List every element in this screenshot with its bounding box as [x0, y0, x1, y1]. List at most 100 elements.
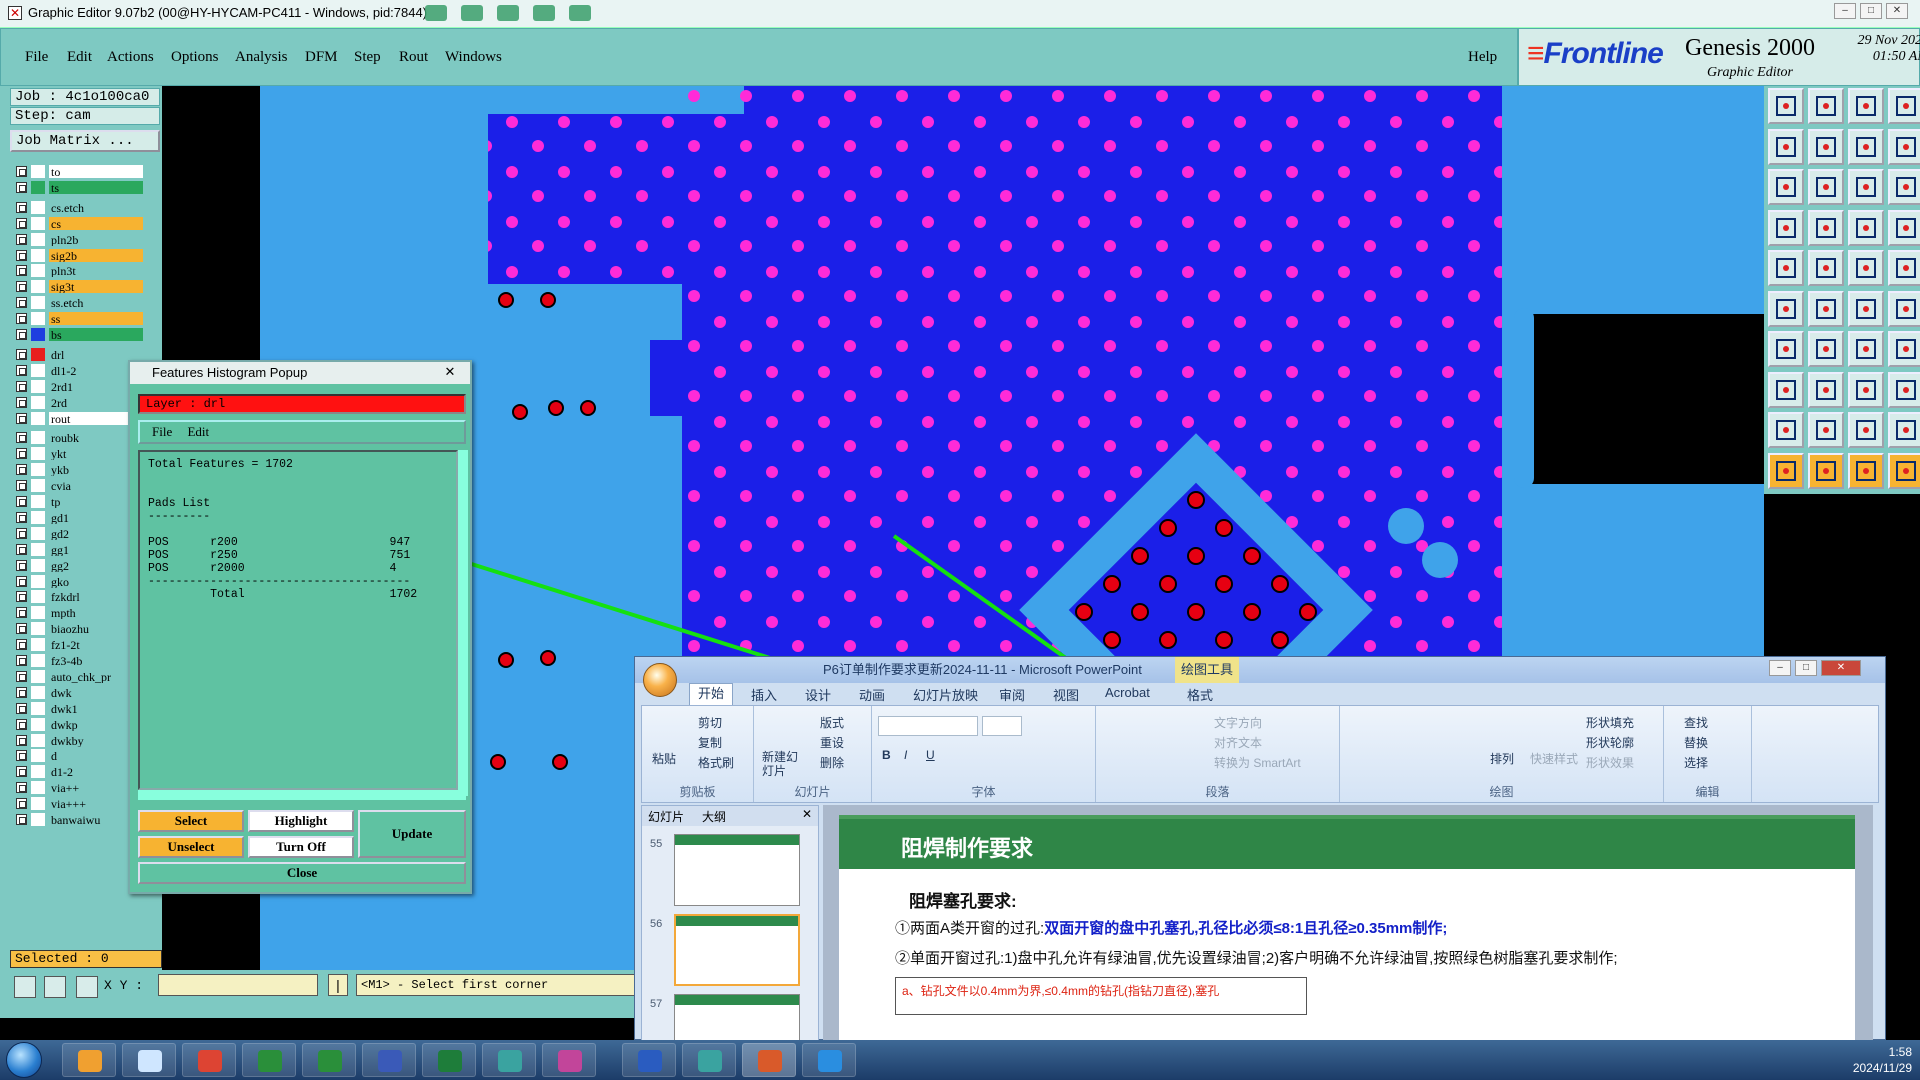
layout-button[interactable]: 版式	[820, 714, 844, 731]
layer-color-swatch[interactable]	[31, 701, 45, 715]
menu-analysis[interactable]: Analysis	[235, 49, 288, 66]
pad-icon[interactable]	[1768, 250, 1804, 286]
layer-row[interactable]: pln2b	[14, 231, 162, 247]
layer-color-swatch[interactable]	[31, 264, 45, 278]
panel-close-icon[interactable]: ✕	[802, 807, 812, 821]
select-menu-button[interactable]: 选择	[1684, 754, 1708, 771]
shape-fill-button[interactable]: 形状填充	[1586, 714, 1634, 731]
clip-icon[interactable]	[1808, 128, 1844, 165]
layer-checkbox[interactable]	[16, 480, 27, 492]
layer-checkbox[interactable]	[16, 623, 27, 635]
grid-icon[interactable]	[76, 976, 98, 998]
menu-actions[interactable]: Actions	[107, 49, 154, 66]
quick-styles-button[interactable]: 快速样式	[1530, 750, 1578, 767]
reset-button[interactable]: 重设	[820, 734, 844, 751]
layer-name[interactable]: pln3t	[48, 263, 144, 279]
popup-horizontal-scrollbar[interactable]	[138, 790, 466, 800]
layer-checkbox[interactable]	[16, 670, 27, 682]
arc-icon[interactable]	[1848, 250, 1884, 286]
taskbar-app-excel[interactable]	[422, 1043, 476, 1077]
menu-rout[interactable]: Rout	[399, 49, 428, 66]
layer-name[interactable]: cs.etch	[48, 199, 144, 215]
layer-name[interactable]: ss	[48, 311, 144, 327]
layer-checkbox[interactable]	[16, 639, 27, 651]
line-icon[interactable]	[1808, 250, 1844, 286]
layer-color-swatch[interactable]	[31, 765, 45, 779]
current-slide[interactable]: 阻焊制作要求 阻焊塞孔要求: ①两面A类开窗的过孔:双面开窗的盘中孔塞孔,孔径比…	[839, 815, 1855, 1041]
layer-color-swatch[interactable]	[31, 495, 45, 508]
layer-row[interactable]: sig2b	[14, 247, 162, 263]
layer-name[interactable]: ts	[48, 179, 144, 195]
layer-name[interactable]: cs	[48, 215, 144, 231]
tab-animation[interactable]: 动画	[859, 685, 885, 704]
circle-icon[interactable]	[1888, 250, 1920, 286]
format-painter-button[interactable]: 格式刷	[698, 754, 734, 771]
layer-color-swatch[interactable]	[31, 200, 45, 214]
layer-checkbox[interactable]	[16, 734, 27, 746]
new-slide-button[interactable]: 新建幻灯片	[762, 750, 798, 778]
display-icon[interactable]	[1768, 209, 1804, 246]
taskbar-app-red[interactable]	[182, 1043, 236, 1077]
layer-name[interactable]: to	[48, 164, 144, 179]
layer-checkbox[interactable]	[16, 464, 27, 476]
layer-checkbox[interactable]	[16, 655, 27, 666]
connect-icon[interactable]	[1768, 290, 1804, 327]
layer-checkbox[interactable]	[16, 718, 27, 730]
tool-icon[interactable]	[461, 5, 483, 21]
drawing-tools-tab[interactable]: 绘图工具	[1175, 657, 1240, 683]
tab-slides[interactable]: 幻灯片	[648, 808, 684, 825]
layer-name[interactable]: ss.etch	[48, 295, 144, 311]
layer-color-swatch[interactable]	[31, 379, 45, 393]
tab-home[interactable]: 开始	[689, 683, 734, 705]
layer-checkbox[interactable]	[16, 233, 27, 245]
menu-dfm[interactable]: DFM	[305, 49, 338, 66]
ppt-minimize-button[interactable]: –	[1769, 660, 1791, 676]
layer-color-swatch[interactable]	[31, 638, 45, 652]
step-icon[interactable]	[1848, 128, 1884, 165]
layer-checkbox[interactable]	[16, 329, 27, 340]
select-button[interactable]: Select	[138, 810, 244, 832]
layer-color-swatch[interactable]	[31, 232, 45, 246]
layer-checkbox[interactable]	[16, 686, 27, 698]
layer-row[interactable]: ss.etch	[14, 295, 162, 311]
taskbar-app-genesis2[interactable]	[682, 1043, 736, 1077]
layer-checkbox[interactable]	[16, 591, 27, 603]
taskbar-app-powerpoint[interactable]	[742, 1043, 796, 1077]
layer-checkbox[interactable]	[16, 201, 27, 213]
layer-checkbox[interactable]	[16, 181, 27, 193]
layer-color-swatch[interactable]	[31, 590, 45, 604]
layer-checkbox[interactable]	[16, 265, 27, 277]
layer-checkbox[interactable]	[16, 166, 27, 177]
layer-checkbox[interactable]	[16, 432, 27, 444]
layer-checkbox[interactable]	[16, 348, 27, 360]
layer-color-swatch[interactable]	[31, 526, 45, 540]
layer-checkbox[interactable]	[16, 527, 27, 539]
layer-checkbox[interactable]	[16, 607, 27, 619]
font-name-select[interactable]	[878, 716, 978, 736]
layer-row[interactable]: cs.etch	[14, 199, 162, 215]
layer-color-swatch[interactable]	[31, 180, 45, 194]
font-size-select[interactable]	[982, 716, 1022, 736]
layer-color-swatch[interactable]	[31, 312, 45, 326]
taskbar-app-green2[interactable]	[302, 1043, 356, 1077]
highlight-button[interactable]: Highlight	[248, 810, 354, 832]
layer-checkbox[interactable]	[16, 575, 27, 587]
popup-vertical-scrollbar[interactable]	[458, 450, 468, 796]
ruler-icon[interactable]	[1888, 128, 1920, 165]
layer-color-swatch[interactable]	[31, 328, 45, 341]
group-icon[interactable]	[1888, 371, 1920, 408]
layer-row[interactable]: cs	[14, 215, 162, 231]
triangle4-icon[interactable]	[1888, 412, 1920, 448]
layer-checkbox[interactable]	[16, 217, 27, 229]
net-icon[interactable]	[1888, 209, 1920, 246]
find-button[interactable]: 查找	[1684, 714, 1708, 731]
snap-icon[interactable]	[14, 976, 36, 998]
layer-checkbox[interactable]	[16, 313, 27, 325]
layer-checkbox[interactable]	[16, 511, 27, 523]
menu-options[interactable]: Options	[171, 49, 219, 66]
layer-color-swatch[interactable]	[31, 363, 45, 377]
layer-color-swatch[interactable]	[31, 395, 45, 409]
layer-checkbox[interactable]	[16, 496, 27, 507]
slide-thumbnail-selected[interactable]	[674, 914, 800, 986]
tool-icon[interactable]	[425, 5, 447, 21]
